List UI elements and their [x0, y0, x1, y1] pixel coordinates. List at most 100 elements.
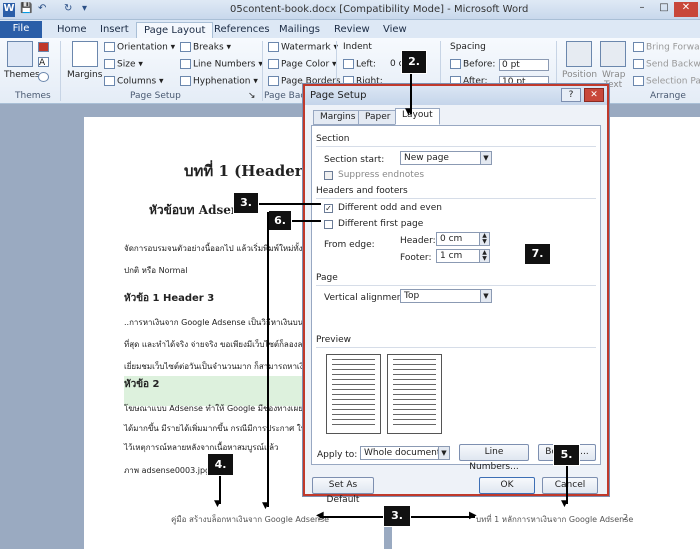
line-numbers-button[interactable]: Line Numbers... — [459, 444, 529, 472]
columns-label: Columns — [117, 76, 157, 87]
theme-fonts-icon[interactable]: A — [38, 57, 51, 68]
spacing-before-input[interactable]: 0 pt — [499, 59, 549, 71]
watermark-label: Watermark — [281, 42, 331, 53]
chevron-down-icon: ▼ — [480, 290, 491, 302]
margins-button[interactable]: Margins — [67, 70, 102, 80]
footer-distance-input[interactable]: 1 cm ▲ ▼ — [436, 249, 490, 263]
separator — [316, 285, 596, 286]
selection-pane-button[interactable]: Selection Pane — [633, 76, 700, 87]
different-odd-even-checkbox[interactable]: ✓ — [324, 204, 333, 213]
tab-paper[interactable]: Paper — [358, 110, 398, 125]
doc-paragraph: เยี่ยมชมเว็บไซต์ต่อวันเป็นจำนวนมาก ก็สาม… — [124, 362, 319, 371]
position-icon[interactable] — [566, 41, 592, 67]
suppress-endnotes-label: Suppress endnotes — [338, 170, 425, 180]
ribbon-tabs: File Home Insert Page Layout References … — [0, 20, 700, 38]
cancel-button[interactable]: Cancel — [542, 477, 598, 494]
themes-group-label: Themes — [15, 91, 51, 101]
margins-icon[interactable] — [72, 41, 98, 67]
preview-page-right — [387, 354, 442, 434]
separator — [60, 41, 61, 101]
header-distance-input[interactable]: 0 cm ▲ ▼ — [436, 232, 490, 246]
callout-label: 4. — [207, 453, 234, 476]
title-bar: W 💾 ↶ ↻ ▾ 05content-book.docx [Compatibi… — [0, 0, 700, 20]
line-numbers-label: Line Numbers — [193, 59, 256, 70]
page-heading: Page — [316, 273, 338, 283]
suppress-endnotes-checkbox[interactable] — [324, 171, 333, 180]
spinner-icon[interactable]: ▲ ▼ — [479, 250, 489, 262]
arrow-head-icon: ▼ — [405, 107, 412, 117]
tab-references[interactable]: References — [207, 22, 277, 38]
separator — [316, 146, 596, 147]
callout-label: 2. — [401, 50, 427, 74]
set-as-default-button[interactable]: Set As Default — [312, 477, 374, 505]
apply-to-select[interactable]: Whole document ▼ — [360, 446, 450, 460]
minimize-button[interactable]: – — [630, 2, 654, 17]
arrow-head-icon: ▼ — [561, 499, 568, 509]
page-color-label: Page Color — [281, 59, 330, 70]
hyphenation-button[interactable]: Hyphenation ▾ — [180, 76, 258, 87]
theme-effects-icon[interactable] — [38, 72, 51, 83]
tab-home[interactable]: Home — [50, 22, 94, 38]
size-label: Size — [117, 59, 136, 70]
doc-paragraph: ไว้เหตุการณ์หลายหลังจากเนื้อหาสมบูรณ์แล้… — [124, 443, 279, 452]
tab-layout[interactable]: Layout — [395, 108, 440, 125]
tab-file[interactable]: File — [0, 21, 42, 38]
wrap-text-button[interactable]: Wrap — [602, 70, 625, 80]
spinner-icon[interactable]: ▲ ▼ — [479, 233, 489, 245]
doc-heading-3: หัวข้อ 2 — [124, 379, 160, 390]
different-first-page-checkbox[interactable] — [324, 220, 333, 229]
redo-icon[interactable]: ↻ — [64, 3, 72, 17]
word-app-icon[interactable]: W — [3, 3, 15, 17]
page-setup-launcher-icon[interactable]: ↘ — [248, 91, 256, 101]
tab-page-layout[interactable]: Page Layout — [136, 22, 214, 38]
undo-icon[interactable]: ↶ — [38, 3, 46, 17]
doc-paragraph: ปกติ หรือ Normal — [124, 266, 188, 275]
size-button[interactable]: Size ▾ — [104, 59, 143, 70]
arrow-left-icon: ◀ — [316, 510, 324, 521]
different-first-page-label: Different first page — [338, 219, 424, 229]
tab-margins[interactable]: Margins — [313, 110, 363, 125]
wrap-text-icon[interactable] — [600, 41, 626, 67]
callout-label: 3. — [383, 505, 411, 527]
page-gap — [384, 526, 392, 549]
chevron-down-icon: ▼ — [480, 152, 491, 164]
save-icon[interactable]: 💾 — [20, 3, 32, 17]
close-window-button[interactable]: ✕ — [674, 2, 698, 17]
dialog-close-icon[interactable]: ✕ — [584, 88, 604, 102]
tab-view[interactable]: View — [376, 22, 414, 38]
bring-forward-button[interactable]: Bring Forward — [633, 42, 700, 53]
apply-to-label: Apply to: — [317, 450, 358, 460]
tab-insert[interactable]: Insert — [93, 22, 136, 38]
callout-label: 7. — [524, 243, 551, 265]
headers-footers-heading: Headers and footers — [316, 186, 408, 196]
arrow-right-icon: ▶ — [469, 510, 477, 521]
maximize-button[interactable]: □ — [652, 2, 676, 17]
themes-icon[interactable] — [7, 41, 33, 67]
send-backward-button[interactable]: Send Backward — [633, 59, 700, 70]
tab-review[interactable]: Review — [327, 22, 377, 38]
section-heading: Section — [316, 134, 350, 144]
help-button[interactable]: ? — [561, 88, 581, 102]
separator — [316, 198, 596, 199]
position-button[interactable]: Position — [562, 70, 597, 80]
callout-arrow-line — [288, 220, 321, 222]
doc-paragraph: จัดการอบรมจนตัวอย่างนี้ออกไป แล้วเริ่มพิ… — [124, 244, 319, 253]
spacing-label: Spacing — [450, 42, 486, 52]
ok-button[interactable]: OK — [479, 477, 535, 494]
dialog-title: Page Setup — [310, 90, 367, 101]
breaks-label: Breaks — [193, 42, 224, 53]
page-color-button[interactable]: Page Color ▾ — [268, 59, 337, 70]
customize-quick-access-icon[interactable]: ▾ — [82, 3, 87, 17]
columns-button[interactable]: Columns ▾ — [104, 76, 164, 87]
section-start-select[interactable]: New page ▼ — [400, 151, 492, 165]
line-numbers-button[interactable]: Line Numbers ▾ — [180, 59, 263, 70]
tab-mailings[interactable]: Mailings — [272, 22, 327, 38]
hyphenation-label: Hyphenation — [193, 76, 251, 87]
orientation-button[interactable]: Orientation ▾ — [104, 42, 175, 53]
theme-colors-icon[interactable] — [38, 42, 51, 53]
vertical-alignment-select[interactable]: Top ▼ — [400, 289, 492, 303]
breaks-button[interactable]: Breaks ▾ — [180, 42, 231, 53]
page-setup-group-label: Page Setup — [130, 91, 181, 101]
watermark-button[interactable]: Watermark ▾ — [268, 42, 338, 53]
themes-button[interactable]: Themes — [4, 70, 40, 80]
